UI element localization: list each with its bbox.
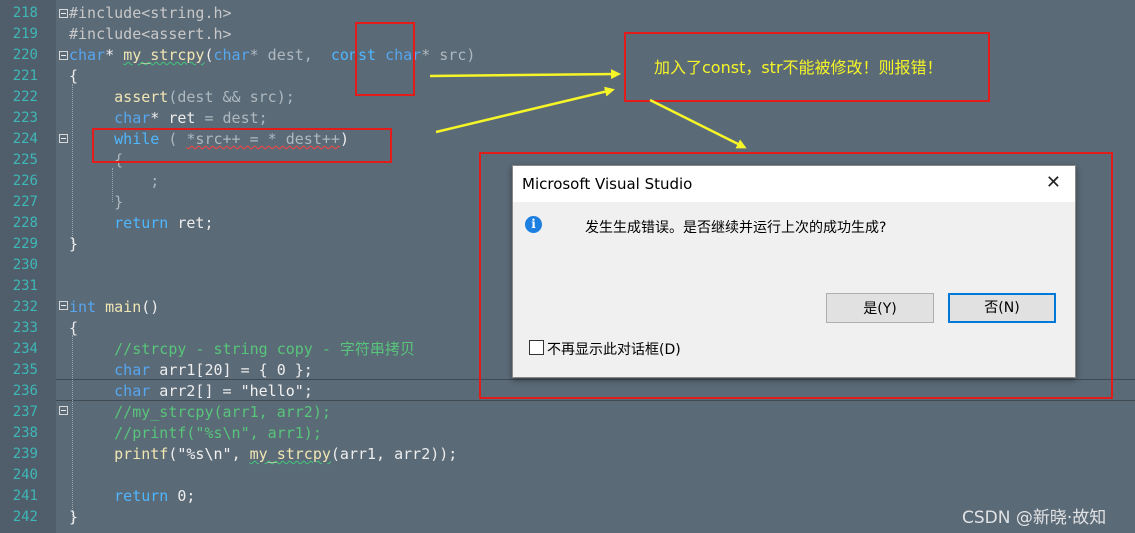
line-number: 238 — [12, 425, 38, 441]
fold-toggle-icon[interactable] — [59, 301, 68, 310]
code-line-232: int main() — [69, 298, 160, 316]
fold-toggle-icon[interactable] — [59, 9, 68, 18]
code-line-226: ; — [150, 172, 160, 190]
line-number: 230 — [12, 257, 38, 273]
line-number: 224 — [12, 131, 38, 147]
dont-show-again-label[interactable]: 不再显示此对话框(D) — [547, 339, 681, 359]
line-number: 223 — [12, 110, 38, 126]
code-line-228: return ret; — [114, 214, 214, 232]
yes-button[interactable]: 是(Y) — [826, 293, 934, 323]
dont-show-again-checkbox[interactable] — [529, 340, 544, 355]
code-line-223: char* ret = dest; — [114, 109, 268, 127]
while-highlight-box — [92, 128, 392, 163]
line-number: 242 — [12, 509, 38, 525]
close-icon[interactable]: ✕ — [1046, 172, 1061, 193]
line-number: 240 — [12, 467, 38, 483]
code-line-218: #include<string.h> — [69, 4, 232, 22]
line-number: 234 — [12, 341, 38, 357]
code-line-238: //printf("%s\n", arr1); — [114, 424, 322, 442]
line-number: 231 — [12, 278, 38, 294]
line-number: 229 — [12, 236, 38, 252]
code-line-237: //my_strcpy(arr1, arr2); — [114, 403, 331, 421]
annotation-callout: 加入了const，str不能被修改！则报错！ — [624, 32, 990, 102]
code-line-242: } — [69, 508, 79, 526]
line-number: 232 — [12, 299, 38, 315]
line-number: 227 — [12, 194, 38, 210]
code-line-229: } — [69, 235, 79, 253]
dialog-message: 发生生成错误。是否继续并运行上次的成功生成? — [585, 220, 887, 236]
dialog-title: Microsoft Visual Studio — [522, 175, 693, 193]
line-number: 218 — [12, 5, 38, 21]
build-error-dialog[interactable]: Microsoft Visual Studio ✕ i 发生生成错误。是否继续并… — [512, 165, 1076, 378]
callout-text: 加入了const，str不能被修改！则报错！ — [654, 58, 943, 77]
code-line-222: assert(dest && src); — [114, 88, 295, 106]
line-number: 226 — [12, 173, 38, 189]
line-number: 220 — [12, 47, 38, 63]
code-line-221: { — [69, 67, 79, 85]
fold-toggle-icon[interactable] — [59, 51, 68, 60]
code-line-234: //strcpy - string copy - 字符串拷贝 — [114, 340, 415, 358]
line-number: 239 — [12, 446, 38, 462]
line-number: 225 — [12, 152, 38, 168]
fold-toggle-icon[interactable] — [59, 406, 68, 415]
line-number: 237 — [12, 404, 38, 420]
line-number: 219 — [12, 26, 38, 42]
line-number: 228 — [12, 215, 38, 231]
info-icon: i — [525, 216, 542, 233]
line-number: 236 — [12, 383, 38, 399]
const-highlight-box — [355, 22, 415, 96]
code-line-233: { — [69, 319, 79, 337]
code-line-219: #include<assert.h> — [69, 25, 232, 43]
line-number: 235 — [12, 362, 38, 378]
line-number: 222 — [12, 89, 38, 105]
watermark: CSDN @新晓·故知 — [962, 508, 1107, 528]
line-number: 233 — [12, 320, 38, 336]
no-button[interactable]: 否(N) — [948, 293, 1056, 323]
code-line-239: printf("%s\n", my_strcpy(arr1, arr2)); — [114, 445, 458, 463]
dialog-titlebar[interactable]: Microsoft Visual Studio ✕ — [513, 166, 1075, 202]
line-number: 241 — [12, 488, 38, 504]
fold-toggle-icon[interactable] — [59, 134, 68, 143]
code-line-236: char arr2[] = "hello"; — [114, 382, 313, 400]
code-line-227: } — [114, 193, 124, 211]
code-line-235: char arr1[20] = { 0 }; — [114, 361, 313, 379]
line-number: 221 — [12, 68, 38, 84]
code-line-241: return 0; — [114, 487, 196, 505]
